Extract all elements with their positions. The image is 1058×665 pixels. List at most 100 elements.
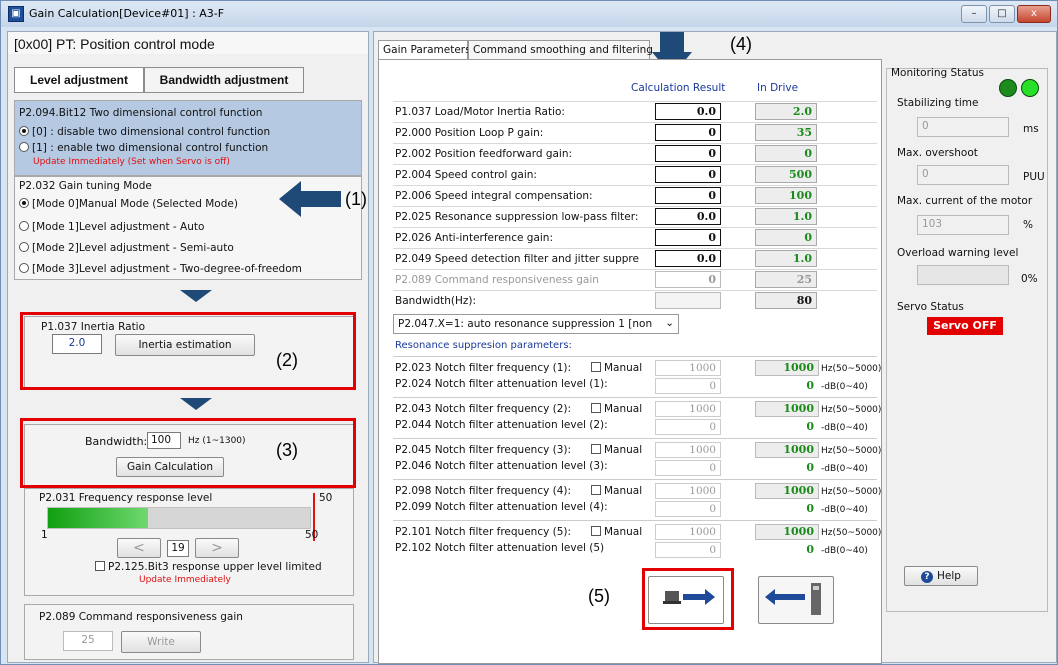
mode-3-option[interactable]: [Mode 3]Level adjustment - Two-degree-of… <box>19 263 302 275</box>
frequency-level-fill <box>48 508 148 528</box>
tab-bandwidth-adjustment[interactable]: Bandwidth adjustment <box>144 67 304 93</box>
frequency-response-box: P2.031 Frequency response level 50 1 50 … <box>24 488 354 596</box>
checkbox-icon[interactable] <box>591 362 601 372</box>
annotation-3: (3) <box>276 440 298 460</box>
notch-attenuation-drive: 0 <box>755 501 819 517</box>
in-drive-value: 0 <box>755 145 817 162</box>
level-decrease-button[interactable]: < <box>117 538 161 558</box>
read-from-drive-button[interactable] <box>758 576 834 624</box>
cmd-gain-input[interactable]: 25 <box>63 631 113 651</box>
manual-checkbox[interactable]: Manual <box>591 526 642 538</box>
highlight-box-3 <box>20 418 356 488</box>
manual-checkbox[interactable]: Manual <box>591 444 642 456</box>
freq-title: P2.031 Frequency response level <box>39 492 213 504</box>
parameter-row: P2.026 Anti-interference gain: 0 0 <box>393 227 877 247</box>
monitoring-status: Monitoring Status Stabilizing time 0 ms … <box>886 67 1048 612</box>
calculation-result-field[interactable]: 0 <box>655 229 721 246</box>
in-drive-value: 100 <box>755 187 817 204</box>
scale-max: 50 <box>305 529 319 541</box>
mode-0-option[interactable]: [Mode 0]Manual Mode (Selected Mode) <box>19 198 238 210</box>
frequency-unit: Hz(50~5000) <box>821 446 882 456</box>
two-dim-option-1[interactable]: [1] : enable two dimensional control fun… <box>19 142 268 154</box>
radio-icon[interactable] <box>19 242 29 252</box>
manual-checkbox[interactable]: Manual <box>591 362 642 374</box>
notch-attenuation-drive: 0 <box>755 542 819 558</box>
radio-icon[interactable] <box>19 221 29 231</box>
calculation-result-field[interactable]: 0.0 <box>655 208 721 225</box>
overload-bar <box>917 265 1009 285</box>
status-light-icon <box>1021 79 1039 97</box>
calculation-result-field <box>655 292 721 309</box>
parameter-label: P2.049 Speed detection filter and jitter… <box>395 253 639 265</box>
frequency-unit: Hz(50~5000) <box>821 364 882 374</box>
notch-attenuation-value: 0 <box>655 542 721 558</box>
checkbox-icon[interactable] <box>591 444 601 454</box>
gain-tuning-title: P2.032 Gain tuning Mode <box>19 180 152 192</box>
frequency-level-bar[interactable] <box>47 507 311 529</box>
manual-checkbox[interactable]: Manual <box>591 403 642 415</box>
tab-command-smoothing[interactable]: Command smoothing and filtering <box>468 40 653 60</box>
resonance-title: Resonance suppresion parameters: <box>395 340 572 351</box>
calculation-result-field[interactable]: 0 <box>655 187 721 204</box>
manual-checkbox[interactable]: Manual <box>591 485 642 497</box>
app-icon: ▣ <box>8 6 24 22</box>
checkbox-icon[interactable] <box>591 526 601 536</box>
resonance-mode-select[interactable]: P2.047.X=1: auto resonance suppression 1… <box>393 314 679 334</box>
notch-attenuation-value: 0 <box>655 378 721 394</box>
notch-attenuation-drive: 0 <box>755 419 819 435</box>
tab-level-adjustment[interactable]: Level adjustment <box>14 67 144 93</box>
parameter-row: P2.025 Resonance suppression low-pass fi… <box>393 206 877 226</box>
calculation-result-field[interactable]: 0 <box>655 145 721 162</box>
level-increase-button[interactable]: > <box>195 538 239 558</box>
parameter-label: Bandwidth(Hz): <box>395 295 477 307</box>
down-arrow-icon <box>180 290 212 302</box>
mode-2-option[interactable]: [Mode 2]Level adjustment - Semi-auto <box>19 242 234 254</box>
parameter-row: P1.037 Load/Motor Inertia Ratio: 0.0 2.0 <box>393 101 877 121</box>
help-button[interactable]: ? Help <box>904 566 978 586</box>
radio-icon[interactable] <box>19 263 29 273</box>
calculation-result-field[interactable]: 0 <box>655 124 721 141</box>
overshoot-unit: PUU <box>1023 171 1045 183</box>
title-bar: ▣ Gain Calculation[Device#01] : A3-F – □… <box>1 1 1057 27</box>
write-button[interactable]: Write <box>121 631 201 653</box>
notch-frequency-drive: 1000 <box>755 524 819 540</box>
main-panel: Gain Parameters Command smoothing and fi… <box>373 31 1057 664</box>
stabilizing-label: Stabilizing time <box>897 97 979 109</box>
two-dim-title: P2.094.Bit12 Two dimensional control fun… <box>19 107 263 119</box>
notch-frequency-value: 1000 <box>655 401 721 417</box>
upper-limit-checkbox[interactable]: P2.125.Bit3 response upper level limited <box>95 561 322 573</box>
stabilizing-value: 0 <box>917 117 1009 137</box>
maximize-button[interactable]: □ <box>989 5 1015 23</box>
calculation-result-field[interactable]: 0 <box>655 271 721 288</box>
tab-gain-parameters[interactable]: Gain Parameters <box>378 40 471 60</box>
minimize-button[interactable]: – <box>961 5 987 23</box>
calculation-result-field[interactable]: 0.0 <box>655 103 721 120</box>
frequency-unit: Hz(50~5000) <box>821 405 882 415</box>
frequency-unit: Hz(50~5000) <box>821 528 882 538</box>
notch-attenuation-label: P2.099 Notch filter attenuation level (4… <box>395 501 608 513</box>
close-button[interactable]: x <box>1017 5 1051 23</box>
parameter-row: P2.004 Speed control gain: 0 500 <box>393 164 877 184</box>
checkbox-icon[interactable] <box>95 561 105 571</box>
calculation-result-field[interactable]: 0.0 <box>655 250 721 267</box>
mode-1-option[interactable]: [Mode 1]Level adjustment - Auto <box>19 221 204 233</box>
calculation-result-field[interactable]: 0 <box>655 166 721 183</box>
radio-icon[interactable] <box>19 198 29 208</box>
level-value: 19 <box>167 540 189 557</box>
radio-icon[interactable] <box>19 126 29 136</box>
left-panel: [0x00] PT: Position control mode Level a… <box>7 31 369 663</box>
two-dim-control-box: P2.094.Bit12 Two dimensional control fun… <box>14 100 362 176</box>
drive-to-pc-icon <box>765 583 821 615</box>
parameter-label: P2.025 Resonance suppression low-pass fi… <box>395 211 639 223</box>
radio-icon[interactable] <box>19 142 29 152</box>
resonance-mode-value: P2.047.X=1: auto resonance suppression 1… <box>398 318 653 330</box>
gain-parameters-panel: Calculation Result In Drive P1.037 Load/… <box>378 59 882 664</box>
two-dim-option-0[interactable]: [0] : disable two dimensional control fu… <box>19 126 270 138</box>
cmd-title: P2.089 Command responsiveness gain <box>39 611 243 623</box>
highlight-box-5 <box>642 568 734 630</box>
checkbox-icon[interactable] <box>591 485 601 495</box>
servo-status-badge: Servo OFF <box>927 317 1003 335</box>
notch-attenuation-drive: 0 <box>755 460 819 476</box>
checkbox-icon[interactable] <box>591 403 601 413</box>
current-value: 103 <box>917 215 1009 235</box>
